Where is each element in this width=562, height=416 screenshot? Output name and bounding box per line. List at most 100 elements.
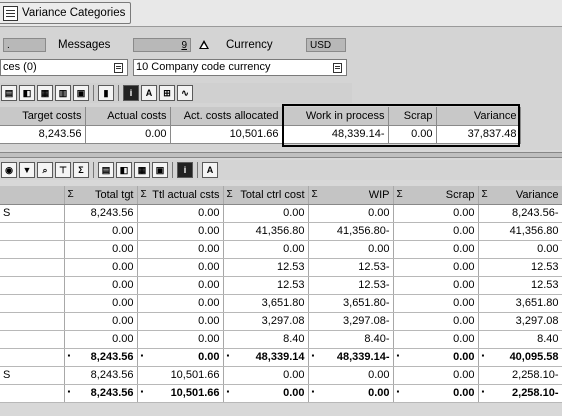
export-icon[interactable]: ▦ [37, 85, 53, 101]
cell-first[interactable] [0, 276, 65, 295]
cell-var[interactable]: 41,356.80 [478, 222, 562, 241]
header-total-ctrl-cost[interactable]: Σ Total ctrl cost [223, 186, 309, 205]
cell-var[interactable]: 8.40 [478, 330, 562, 349]
export-icon[interactable]: ▦ [134, 162, 150, 178]
cell-tgt[interactable]: 8,243.56 [64, 204, 138, 223]
cell-var[interactable]: ▪ 40,095.58 [478, 348, 562, 367]
cell-ctrl[interactable]: 3,297.08 [223, 312, 309, 331]
input-field-1[interactable]: . [3, 38, 46, 52]
cell-tgt[interactable]: 0.00 [64, 276, 138, 295]
layout-icon[interactable]: ◧ [19, 85, 35, 101]
grid-icon[interactable]: ▥ [55, 85, 71, 101]
cell-act[interactable]: 10,501.66 [137, 366, 224, 385]
print-icon[interactable]: ▤ [1, 85, 17, 101]
currency-type-dropdown[interactable]: 10 Company code currency [133, 59, 347, 76]
cell-act[interactable]: 0.00 [137, 312, 224, 331]
layout-icon[interactable]: ◧ [116, 162, 132, 178]
cell-wip[interactable]: 3,651.80- [308, 294, 394, 313]
header-total-tgt[interactable]: Σ Total tgt [64, 186, 138, 205]
cell-scrap[interactable]: ▪ 0.00 [393, 384, 479, 403]
cell-wip[interactable]: 0.00 [308, 204, 394, 223]
cell-scrap[interactable]: 0.00 [393, 366, 479, 385]
cell-act[interactable]: ▪ 10,501.66 [137, 384, 224, 403]
cell-tgt[interactable]: 0.00 [64, 258, 138, 277]
header-ttl-actual-csts[interactable]: Σ Ttl actual csts [137, 186, 224, 205]
sum-icon[interactable]: Σ [73, 162, 89, 178]
cell-act[interactable]: 0.00 [137, 258, 224, 277]
cell-tgt[interactable]: ▪ 8,243.56 [64, 384, 138, 403]
cell-scrap[interactable]: 0.00 [393, 204, 479, 223]
cell-act[interactable]: 0.00 [137, 294, 224, 313]
header-variance[interactable]: Variance [436, 107, 521, 126]
variant-icon[interactable]: ⊞ [159, 85, 175, 101]
cell-var[interactable]: 3,297.08 [478, 312, 562, 331]
cell-wip[interactable]: 12.53- [308, 276, 394, 295]
cell-wip[interactable]: 8.40- [308, 330, 394, 349]
cell-ctrl[interactable]: 41,356.80 [223, 222, 309, 241]
cell-wip[interactable]: 41,356.80- [308, 222, 394, 241]
cell-act[interactable]: 0.00 [137, 204, 224, 223]
cell-var[interactable]: 12.53 [478, 276, 562, 295]
value-variance[interactable]: 37,837.48 [436, 125, 521, 144]
cell-first[interactable] [0, 258, 65, 277]
cell-var[interactable]: 2,258.10- [478, 366, 562, 385]
cell-wip[interactable]: 0.00 [308, 240, 394, 259]
cell-tgt[interactable]: 0.00 [64, 330, 138, 349]
cell-act[interactable]: 0.00 [137, 240, 224, 259]
cell-scrap[interactable]: 0.00 [393, 240, 479, 259]
cell-wip[interactable]: ▪ 48,339.14- [308, 348, 394, 367]
cell-ctrl[interactable]: 12.53 [223, 258, 309, 277]
cell-first[interactable] [0, 222, 65, 241]
currency-field[interactable]: USD [306, 38, 346, 52]
cell-wip[interactable]: 3,297.08- [308, 312, 394, 331]
cell-tgt[interactable]: 0.00 [64, 294, 138, 313]
header-scrap[interactable]: Σ Scrap [393, 186, 479, 205]
cell-scrap[interactable]: 0.00 [393, 258, 479, 277]
choose-icon[interactable]: ▣ [73, 85, 89, 101]
cell-first[interactable] [0, 240, 65, 259]
cell-first[interactable] [0, 294, 65, 313]
cell-scrap[interactable]: 0.00 [393, 330, 479, 349]
variance-categories-button[interactable]: Variance Categories [0, 2, 132, 24]
cell-first[interactable] [0, 348, 65, 367]
cell-ctrl[interactable]: 0.00 [223, 366, 309, 385]
cell-ctrl[interactable]: 8.40 [223, 330, 309, 349]
cell-scrap[interactable]: 0.00 [393, 276, 479, 295]
cell-scrap[interactable]: 0.00 [393, 312, 479, 331]
info-icon[interactable]: i [177, 162, 193, 178]
value-target-costs[interactable]: 8,243.56 [0, 125, 86, 144]
value-actual-costs[interactable]: 0.00 [85, 125, 171, 144]
cell-act[interactable]: ▪ 0.00 [137, 348, 224, 367]
abc-icon[interactable]: A [202, 162, 218, 178]
cell-act[interactable]: 0.00 [137, 276, 224, 295]
header-scrap[interactable]: Scrap [388, 107, 437, 126]
cell-ctrl[interactable]: ▪ 0.00 [223, 384, 309, 403]
cell-ctrl[interactable]: 3,651.80 [223, 294, 309, 313]
cell-first[interactable] [0, 384, 65, 403]
sort-icon[interactable]: ▼ [19, 162, 35, 178]
header-wip[interactable]: Σ WIP [308, 186, 394, 205]
messages-count[interactable]: 9 [133, 38, 191, 52]
filter-icon[interactable]: ⊤ [55, 162, 71, 178]
details-icon[interactable]: ◉ [1, 162, 17, 178]
cell-var[interactable]: ▪ 2,258.10- [478, 384, 562, 403]
splitter[interactable] [0, 152, 562, 158]
cell-wip[interactable]: 0.00 [308, 366, 394, 385]
cell-tgt[interactable]: 0.00 [64, 312, 138, 331]
cell-tgt[interactable]: 8,243.56 [64, 366, 138, 385]
cell-wip[interactable]: 12.53- [308, 258, 394, 277]
header-act-costs-allocated[interactable]: Act. costs allocated [170, 107, 283, 126]
cell-act[interactable]: 0.00 [137, 330, 224, 349]
cell-tgt[interactable]: ▪ 8,243.56 [64, 348, 138, 367]
cell-var[interactable]: 12.53 [478, 258, 562, 277]
abc-icon[interactable]: A [141, 85, 157, 101]
cell-wip[interactable]: ▪ 0.00 [308, 384, 394, 403]
left-dropdown[interactable]: ces (0) [0, 59, 128, 76]
grid-header-first[interactable] [0, 186, 65, 205]
header-actual-costs[interactable]: Actual costs [85, 107, 171, 126]
cell-tgt[interactable]: 0.00 [64, 222, 138, 241]
header-target-costs[interactable]: Target costs [0, 107, 86, 126]
cell-first[interactable]: S [0, 204, 65, 223]
cell-var[interactable]: 3,651.80 [478, 294, 562, 313]
cell-scrap[interactable]: 0.00 [393, 222, 479, 241]
